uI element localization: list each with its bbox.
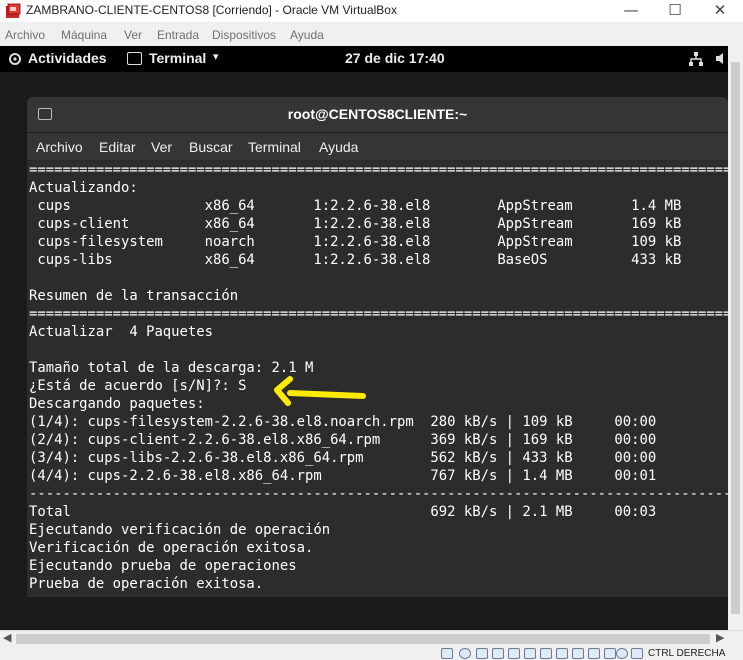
network-icon[interactable]: [688, 51, 704, 67]
close-button[interactable]: ✕: [697, 0, 743, 22]
terminal-headerbar[interactable]: root@CENTOS8CLIENTE:~: [27, 97, 728, 133]
activities-button[interactable]: Actividades: [28, 50, 107, 66]
audio-icon[interactable]: [476, 648, 488, 659]
terminal-line: (2/4): cups-client-2.2.6-38.el8.x86_64.r…: [29, 432, 657, 448]
terminal-menu-terminal[interactable]: Terminal: [248, 139, 301, 155]
terminal-app-icon: [127, 52, 142, 65]
processor-icon[interactable]: [572, 648, 584, 659]
terminal-line: cups-filesystem noarch 1:2.2.6-38.el8 Ap…: [29, 234, 682, 250]
terminal-line: cups-client x86_64 1:2.2.6-38.el8 AppStr…: [29, 216, 682, 232]
video-capture-icon[interactable]: [556, 648, 568, 659]
usb-icon[interactable]: [508, 648, 520, 659]
window-title: ZAMBRANO-CLIENTE-CENTOS8 [Corriendo] - O…: [26, 3, 397, 17]
terminal-line: Total 692 kB/s | 2.1 MB 00:03: [29, 504, 657, 520]
terminal-menu-ayuda[interactable]: Ayuda: [319, 139, 358, 155]
terminal-line: (1/4): cups-filesystem-2.2.6-38.el8.noar…: [29, 414, 657, 430]
annotation-arrow-icon: [274, 376, 366, 406]
scroll-right-icon[interactable]: ▶: [716, 631, 724, 644]
vbox-menu-entrada[interactable]: Entrada: [157, 28, 199, 42]
guest-display[interactable]: Actividades Terminal ▾ 27 de dic 17:40 r…: [0, 46, 728, 630]
scroll-left-icon[interactable]: ◀: [3, 631, 11, 644]
terminal-line: Prueba de operación exitosa.: [29, 576, 264, 592]
terminal-output[interactable]: ========================================…: [27, 161, 728, 597]
terminal-menu-editar[interactable]: Editar: [99, 139, 136, 155]
optical-drive-icon[interactable]: [459, 648, 471, 659]
terminal-window[interactable]: root@CENTOS8CLIENTE:~ Archivo Editar Ver…: [27, 97, 728, 597]
vertical-scrollbar[interactable]: [728, 46, 743, 630]
terminal-menu-ver[interactable]: Ver: [151, 139, 172, 155]
mouse-integration-icon[interactable]: [588, 648, 600, 659]
terminal-line: cups-libs x86_64 1:2.2.6-38.el8 BaseOS 4…: [29, 252, 682, 268]
keyboard-capture-icon[interactable]: [631, 648, 643, 659]
terminal-line: (3/4): cups-libs-2.2.6-38.el8.x86_64.rpm…: [29, 450, 657, 466]
terminal-title: root@CENTOS8CLIENTE:~: [287, 106, 468, 122]
app-menu-button[interactable]: Terminal: [149, 50, 206, 66]
terminal-line: Ejecutando prueba de operaciones: [29, 558, 297, 574]
display-icon[interactable]: [540, 648, 552, 659]
terminal-line: (4/4): cups-2.2.6-38.el8.x86_64.rpm 767 …: [29, 468, 657, 484]
terminal-line: Verificación de operación exitosa.: [29, 540, 314, 556]
vbox-menu-maquina[interactable]: Máquina: [61, 28, 107, 42]
clock[interactable]: 27 de dic 17:40: [345, 50, 445, 66]
terminal-line: Descargando paquetes:: [29, 396, 205, 412]
vbox-menubar: Archivo Máquina Ver Entrada Dispositivos…: [0, 25, 743, 45]
chevron-down-icon[interactable]: ▾: [213, 50, 219, 63]
terminal-menu-archivo[interactable]: Archivo: [36, 139, 83, 155]
vbox-menu-ver[interactable]: Ver: [124, 28, 142, 42]
vbox-menu-archivo[interactable]: Archivo: [5, 28, 45, 42]
virtualbox-logo-icon: [6, 3, 21, 18]
activities-icon: [9, 53, 21, 65]
vbox-statusbar: CTRL DERECHA: [0, 646, 743, 660]
terminal-menubar: Archivo Editar Ver Buscar Terminal Ayuda: [27, 133, 728, 161]
scrollbar-thumb[interactable]: [731, 62, 740, 614]
vbox-menu-dispositivos[interactable]: Dispositivos: [212, 28, 276, 42]
volume-icon[interactable]: [715, 52, 728, 65]
terminal-line: ----------------------------------------…: [29, 486, 728, 502]
terminal-line: ========================================…: [29, 162, 728, 178]
terminal-line: cups x86_64 1:2.2.6-38.el8 AppStream 1.4…: [29, 198, 682, 214]
vbox-titlebar: ZAMBRANO-CLIENTE-CENTOS8 [Corriendo] - O…: [0, 0, 743, 22]
terminal-menu-buscar[interactable]: Buscar: [189, 139, 233, 155]
terminal-line: Actualizando:: [29, 180, 138, 196]
scrollbar-thumb[interactable]: [16, 634, 710, 644]
maximize-button[interactable]: ☐: [652, 0, 698, 22]
vbox-menu-ayuda[interactable]: Ayuda: [290, 28, 324, 42]
terminal-line: Resumen de la transacción: [29, 288, 239, 304]
terminal-line: ¿Está de acuerdo [s/N]?: S: [29, 378, 247, 394]
cpu-icon[interactable]: [604, 648, 616, 659]
globe-icon[interactable]: [616, 648, 628, 659]
network-adapter-icon[interactable]: [492, 648, 504, 659]
gnome-top-bar: Actividades Terminal ▾ 27 de dic 17:40: [0, 46, 728, 72]
minimize-button[interactable]: —: [608, 0, 654, 22]
terminal-line: ========================================…: [29, 306, 728, 322]
hard-disk-icon[interactable]: [441, 648, 453, 659]
shared-folders-icon[interactable]: [524, 648, 536, 659]
terminal-line: Actualizar 4 Paquetes: [29, 324, 213, 340]
horizontal-scrollbar[interactable]: ◀ ▶: [0, 630, 743, 646]
host-key-label: CTRL DERECHA: [648, 648, 726, 659]
terminal-line: Ejecutando verificación de operación: [29, 522, 331, 538]
